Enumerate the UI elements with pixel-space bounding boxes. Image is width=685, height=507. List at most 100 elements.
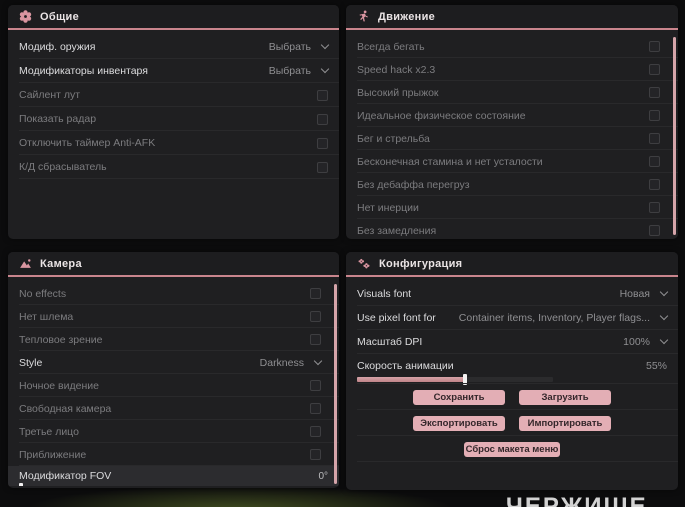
checkbox[interactable]	[310, 380, 321, 391]
row-no-helmet[interactable]: Нет шлема	[8, 305, 339, 328]
row-style: Style Darkness	[8, 351, 339, 374]
animation-speed-value: 55%	[645, 360, 667, 372]
row-label: Тепловое зрение	[19, 333, 103, 346]
row-perfect-condition[interactable]: Идеальное физическое состояние	[346, 104, 678, 127]
dropdown-value: 100%	[623, 336, 650, 348]
checkbox[interactable]	[649, 179, 660, 190]
panel-config-header[interactable]: Конфигурация	[346, 252, 678, 277]
checkbox[interactable]	[317, 137, 328, 149]
dpi-scale-dropdown[interactable]: 100%	[623, 335, 669, 348]
checkbox[interactable]	[310, 426, 321, 437]
panel-camera-header[interactable]: Камера	[8, 252, 339, 277]
checkbox[interactable]	[317, 161, 328, 173]
load-button[interactable]: Загрузить	[519, 389, 611, 405]
panel-general: Общие Модиф. оружия Выбрать Модификаторы…	[8, 5, 339, 239]
row-label: Приближение	[19, 448, 87, 461]
row-label: Visuals font	[357, 288, 412, 300]
weapon-mod-dropdown[interactable]: Выбрать	[268, 40, 330, 53]
panel-title: Камера	[40, 257, 82, 270]
row-label: Показать радар	[19, 113, 97, 125]
pixel-font-dropdown[interactable]: Container items, Inventory, Player flags…	[459, 311, 669, 324]
panel-camera: Камера No effects Нет шлема Тепловое зре…	[8, 252, 339, 488]
panel-title: Общие	[40, 10, 80, 23]
row-high-jump[interactable]: Высокий прыжок	[346, 81, 678, 104]
checkbox[interactable]	[649, 156, 660, 167]
chevron-down-icon	[313, 356, 323, 365]
row-label: Нет шлема	[19, 310, 74, 323]
row-label: Идеальное физическое состояние	[357, 109, 526, 122]
chevron-down-icon	[320, 40, 330, 50]
row-label: Без дебаффа перегруз	[357, 178, 470, 191]
reset-menu-layout-button[interactable]: Сброс макета меню	[464, 441, 560, 457]
panel-title: Конфигурация	[379, 257, 463, 270]
chevron-down-icon	[659, 287, 669, 297]
row-anti-afk-timer[interactable]: Отключить таймер Anti-AFK	[8, 131, 339, 155]
dropdown-value: Выбрать	[268, 65, 311, 77]
row-fov-modifier[interactable]: Модификатор FOV 0°	[8, 466, 339, 486]
row-label: Модиф. оружия	[19, 41, 96, 53]
checkbox[interactable]	[310, 311, 321, 322]
checkbox[interactable]	[649, 41, 660, 52]
inventory-mods-dropdown[interactable]: Выбрать	[268, 64, 330, 77]
checkbox[interactable]	[649, 87, 660, 98]
row-label: Скорость анимации	[357, 360, 454, 372]
row-infinite-stamina[interactable]: Бесконечная стамина и нет усталости	[346, 150, 678, 173]
row-inventory-mods: Модификаторы инвентаря Выбрать	[8, 59, 339, 83]
config-buttons-row-1: Сохранить Загрузить	[346, 384, 678, 410]
row-no-slowdown[interactable]: Без замедления	[346, 219, 678, 237]
save-button[interactable]: Сохранить	[413, 389, 505, 405]
row-label: Без замедления	[357, 224, 437, 237]
row-no-inertia[interactable]: Нет инерции	[346, 196, 678, 219]
row-night-vision[interactable]: Ночное видение	[8, 374, 339, 397]
mountain-photo-icon	[19, 257, 32, 270]
row-animation-speed: Скорость анимации 55%	[346, 354, 678, 385]
checkbox[interactable]	[317, 89, 328, 101]
scrollbar[interactable]	[334, 284, 337, 484]
row-run-and-shoot[interactable]: Бег и стрельба	[346, 127, 678, 150]
scrollbar[interactable]	[673, 37, 676, 235]
checkbox[interactable]	[649, 225, 660, 236]
checkbox[interactable]	[317, 113, 328, 125]
row-speed-hack[interactable]: Speed hack x2.3	[346, 58, 678, 81]
import-button[interactable]: Импортировать	[519, 415, 611, 431]
dropdown-value: Выбрать	[268, 41, 311, 53]
panel-movement: Движение Всегда бегать Speed hack x2.3 В…	[346, 5, 678, 239]
row-pixel-font: Use pixel font for Container items, Inve…	[346, 306, 678, 330]
checkbox[interactable]	[310, 449, 321, 460]
chevron-down-icon	[659, 311, 669, 321]
row-show-radar[interactable]: Показать радар	[8, 107, 339, 131]
panel-general-header[interactable]: Общие	[8, 5, 339, 30]
checkbox[interactable]	[310, 403, 321, 414]
chevron-down-icon	[659, 335, 669, 345]
row-cooldown-resetter[interactable]: К/Д сбрасыватель	[8, 155, 339, 179]
export-button[interactable]: Экспортировать	[413, 415, 505, 431]
checkbox[interactable]	[649, 64, 660, 75]
checkbox[interactable]	[649, 110, 660, 121]
row-label: Бесконечная стамина и нет усталости	[357, 155, 543, 168]
panel-config-body: Visuals font Новая Use pixel font for Co…	[346, 277, 678, 488]
row-third-person[interactable]: Третье лицо	[8, 420, 339, 443]
row-label: Use pixel font for	[357, 312, 436, 324]
row-silent-loot[interactable]: Сайлент лут	[8, 83, 339, 107]
fov-value: 0°	[318, 470, 328, 482]
slider-handle[interactable]	[19, 483, 23, 486]
style-dropdown[interactable]: Darkness	[260, 356, 323, 369]
panel-movement-body: Всегда бегать Speed hack x2.3 Высокий пр…	[346, 30, 678, 237]
row-thermal-vision[interactable]: Тепловое зрение	[8, 328, 339, 351]
gears-icon	[357, 257, 371, 270]
row-label: No effects	[19, 287, 67, 300]
visuals-font-dropdown[interactable]: Новая	[620, 287, 669, 300]
row-zoom[interactable]: Приближение	[8, 443, 339, 466]
checkbox[interactable]	[310, 334, 321, 345]
row-free-camera[interactable]: Свободная камера	[8, 397, 339, 420]
row-label: Масштаб DPI	[357, 336, 423, 348]
watermark-text: ЧЕРЖИШЕ	[506, 493, 648, 507]
row-no-effects[interactable]: No effects	[8, 282, 339, 305]
checkbox[interactable]	[649, 202, 660, 213]
panel-movement-header[interactable]: Движение	[346, 5, 678, 30]
checkbox[interactable]	[649, 133, 660, 144]
row-always-run[interactable]: Всегда бегать	[346, 35, 678, 58]
animation-speed-slider[interactable]	[357, 374, 553, 385]
row-no-overload-debuff[interactable]: Без дебаффа перегруз	[346, 173, 678, 196]
checkbox[interactable]	[310, 288, 321, 299]
